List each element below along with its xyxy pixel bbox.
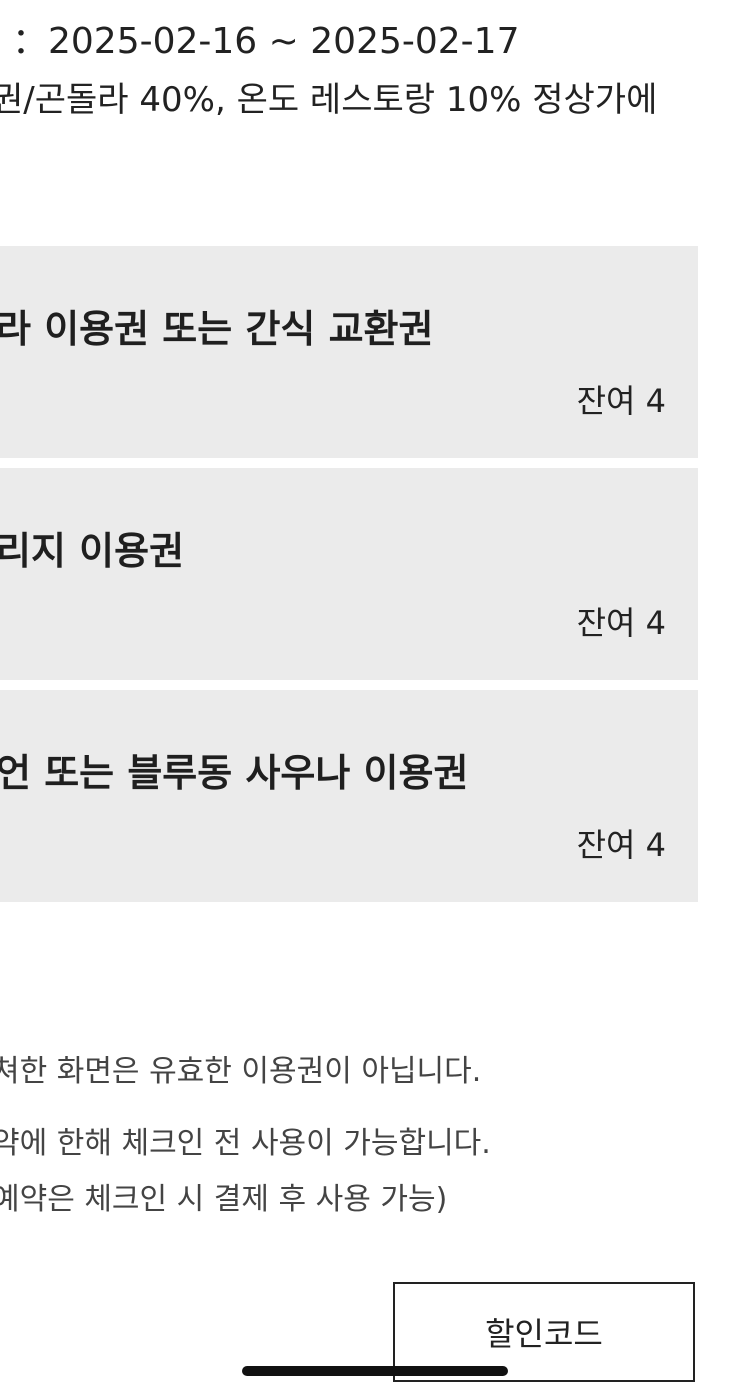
voucher-remaining: 잔여 4 — [576, 382, 666, 420]
voucher-title: 언 또는 블루동 사우나 이용권 — [0, 751, 469, 795]
voucher-remaining: 잔여 4 — [576, 826, 666, 864]
notice-text: 약에 한해 체크인 전 사용이 가능합니다. — [0, 1126, 491, 1161]
validity-period: ：2025-02-16 ~ 2025-02-17 — [12, 21, 520, 62]
voucher-card[interactable]: 언 또는 블루동 사우나 이용권 잔여 4 — [0, 690, 698, 902]
home-indicator[interactable] — [242, 1366, 508, 1376]
discount-benefit-text: 권/곤돌라 40%, 온도 레스토랑 10% 정상가에 — [0, 80, 658, 120]
voucher-remaining: 잔여 4 — [576, 604, 666, 642]
voucher-title: 리지 이용권 — [0, 529, 185, 573]
voucher-card[interactable]: 리지 이용권 잔여 4 — [0, 468, 698, 680]
voucher-card[interactable]: 라 이용권 또는 간식 교환권 잔여 4 — [0, 246, 698, 458]
notice-text: 예약은 체크인 시 결제 후 사용 가능) — [0, 1182, 448, 1217]
voucher-title: 라 이용권 또는 간식 교환권 — [0, 307, 434, 351]
notice-text: 쳐한 화면은 유효한 이용권이 아닙니다. — [0, 1054, 482, 1089]
